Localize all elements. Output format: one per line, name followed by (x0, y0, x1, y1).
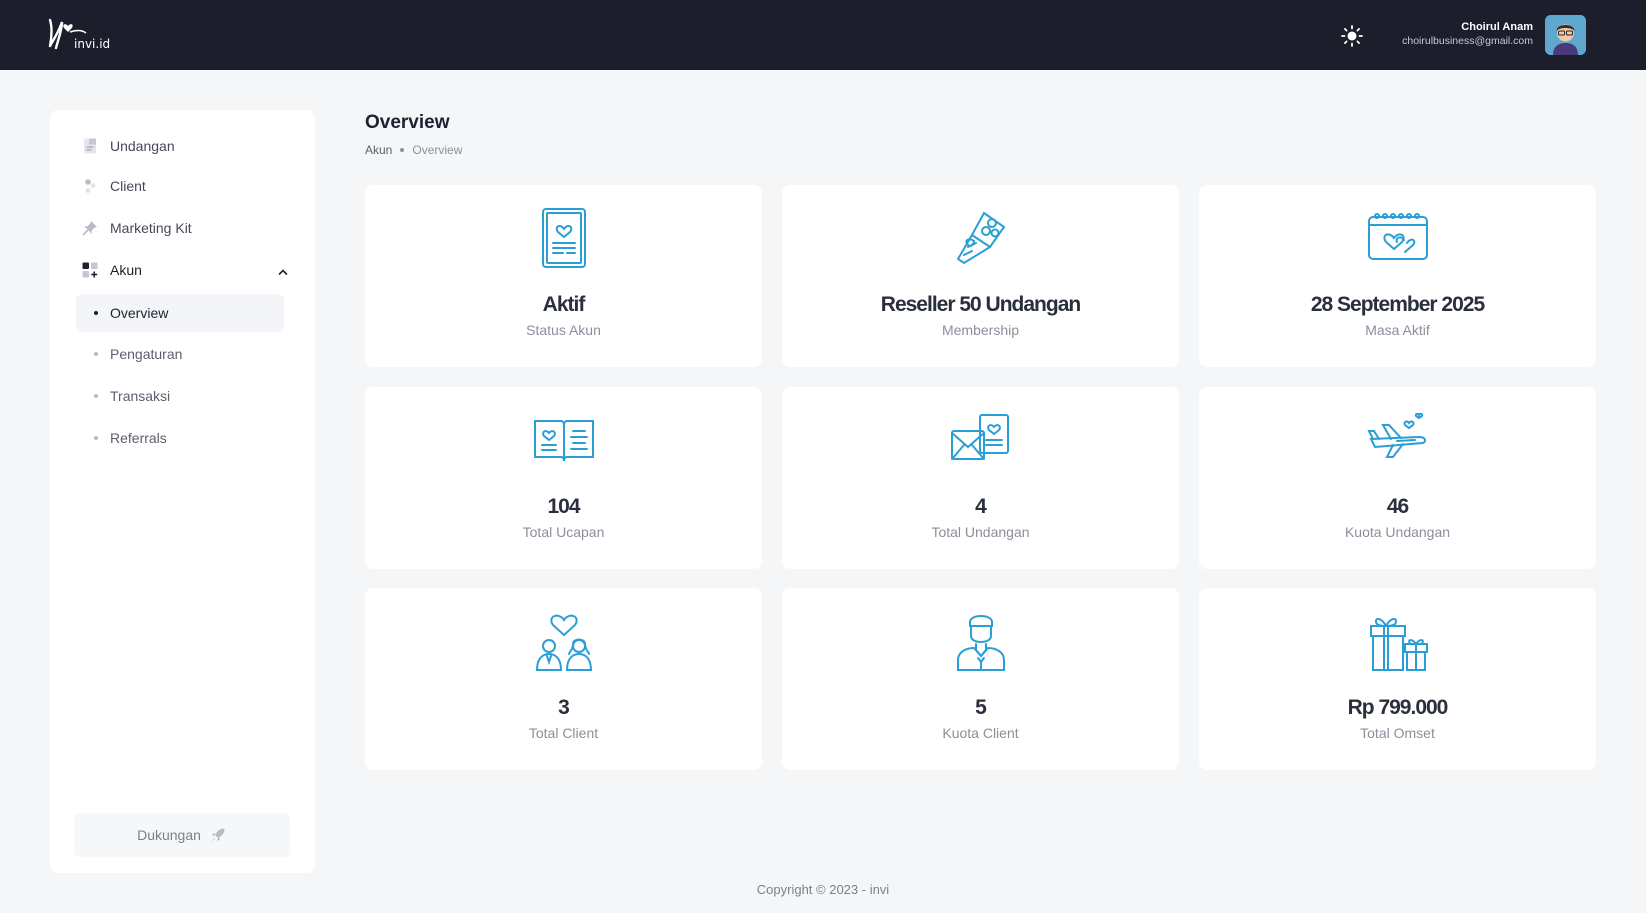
stat-value: 5 (975, 696, 987, 719)
support-button-label: Dukungan (137, 827, 201, 843)
sidebar-subitem-pengaturan[interactable]: Pengaturan (76, 335, 284, 373)
sidebar-item-marketing-kit[interactable]: Marketing Kit (80, 216, 192, 240)
stat-caption: Total Ucapan (522, 524, 605, 540)
stat-value: 46 (1386, 495, 1409, 518)
chevron-up-icon[interactable] (276, 265, 290, 279)
stat-value: Aktif (542, 293, 586, 316)
stat-card-total-omset: Rp 799.000 Total Omset (1199, 588, 1596, 770)
stat-card-status-akun: Aktif Status Akun (365, 185, 762, 367)
sidebar-subitem-referrals[interactable]: Referrals (76, 419, 284, 457)
stat-value: 4 (975, 495, 987, 518)
stat-value: 28 September 2025 (1310, 293, 1485, 316)
gift-icon (1367, 610, 1429, 672)
sidebar-item-label: Client (110, 178, 146, 194)
pin-icon (80, 218, 100, 238)
stat-card-total-client: 3 Total Client (365, 588, 762, 770)
stat-caption: Status Akun (526, 322, 601, 338)
sidebar-item-label: Marketing Kit (110, 220, 192, 236)
user-info: Choirul Anam choirulbusiness@gmail.com (1402, 20, 1533, 48)
avatar[interactable] (1545, 15, 1586, 55)
breadcrumb-separator (400, 148, 405, 152)
bouquet-icon (950, 207, 1012, 269)
stat-value: 104 (547, 495, 580, 518)
breadcrumb-current: Overview (412, 143, 463, 157)
certificate-icon (533, 207, 595, 269)
stat-card-kuota-undangan: 46 Kuota Undangan (1199, 387, 1596, 569)
invi-logo[interactable]: invi.id (46, 16, 116, 56)
couple-icon (533, 610, 595, 672)
airplane-icon (1367, 409, 1429, 471)
stat-card-masa-aktif: 28 September 2025 Masa Aktif (1199, 185, 1596, 367)
stat-card-total-undangan: 4 Total Undangan (782, 387, 1179, 569)
sidebar-item-label: Undangan (110, 138, 175, 154)
client-users-icon (80, 176, 100, 196)
sidebar-item-undangan[interactable]: Undangan (80, 134, 175, 158)
stat-card-total-ucapan: 104 Total Ucapan (365, 387, 762, 569)
breadcrumb-akun[interactable]: Akun (365, 143, 392, 157)
stat-caption: Membership (941, 322, 1020, 338)
avatar-face-icon (1545, 15, 1586, 55)
bullet-icon (94, 436, 98, 440)
sidebar-item-label: Akun (110, 262, 142, 278)
stat-caption: Total Undangan (931, 524, 1030, 540)
calendar-heart-icon (1367, 207, 1429, 269)
stat-caption: Kuota Undangan (1344, 524, 1451, 540)
user-name: Choirul Anam (1461, 21, 1533, 33)
stat-value: Reseller 50 Undangan (880, 293, 1081, 316)
sidebar: Undangan Client Marketing Kit Akun Overv… (50, 110, 315, 873)
stat-card-membership: Reseller 50 Undangan Membership (782, 185, 1179, 367)
sidebar-subitem-transaksi[interactable]: Transaksi (76, 377, 284, 415)
page-title: Overview (365, 112, 450, 133)
stat-caption: Total Omset (1360, 725, 1435, 741)
stat-value: 3 (558, 696, 570, 719)
theme-toggle-sun-icon[interactable] (1340, 24, 1364, 48)
invitation-doc-icon (80, 136, 100, 156)
stat-card-kuota-client: 5 Kuota Client (782, 588, 1179, 770)
user-email: choirulbusiness@gmail.com (1402, 35, 1533, 47)
sidebar-subitem-overview[interactable]: Overview (76, 294, 284, 332)
envelope-card-icon (950, 409, 1012, 471)
open-book-icon (533, 409, 595, 471)
bullet-icon (94, 394, 98, 398)
sidebar-subitem-label: Overview (110, 305, 169, 321)
stat-caption: Masa Aktif (1365, 322, 1430, 338)
sidebar-subitem-label: Transaksi (110, 388, 171, 404)
grid-account-icon (80, 260, 100, 280)
bullet-icon (94, 311, 98, 315)
logo-text: invi.id (74, 37, 111, 51)
stat-value: Rp 799.000 (1347, 696, 1449, 719)
rocket-icon (211, 828, 225, 842)
sidebar-item-client[interactable]: Client (80, 174, 146, 198)
sidebar-subitem-label: Pengaturan (110, 346, 183, 362)
sidebar-subitem-label: Referrals (110, 430, 167, 446)
sidebar-item-akun[interactable]: Akun (80, 258, 142, 282)
footer-copyright: Copyright © 2023 - invi (756, 882, 890, 897)
top-header: invi.id Choirul Anam choirulbusiness@gma… (0, 0, 1646, 70)
breadcrumb: Akun Overview (365, 143, 462, 157)
groom-icon (950, 610, 1012, 672)
stat-caption: Total Client (528, 725, 599, 741)
bullet-icon (94, 352, 98, 356)
stat-caption: Kuota Client (942, 725, 1019, 741)
support-button[interactable]: Dukungan (74, 813, 290, 857)
